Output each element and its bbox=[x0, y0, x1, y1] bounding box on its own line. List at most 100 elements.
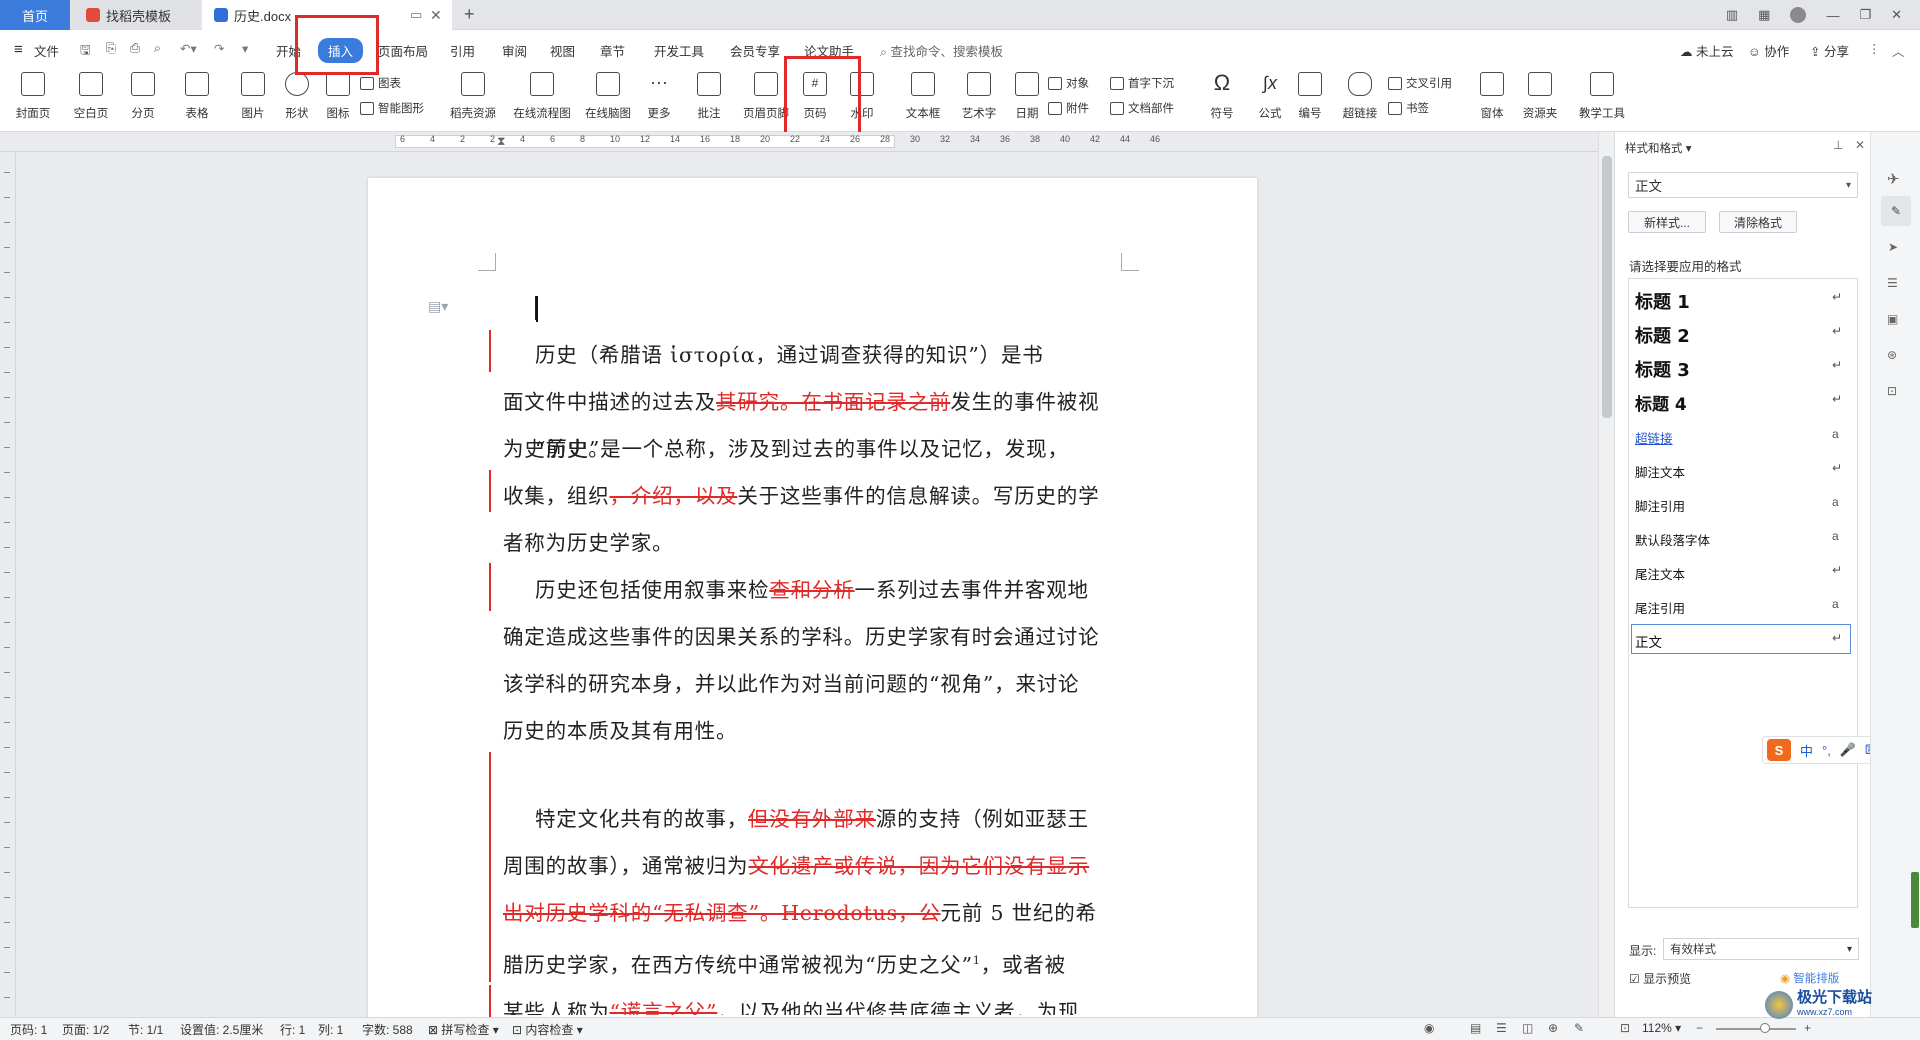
fit-page-icon[interactable]: ⊡ bbox=[1620, 1021, 1630, 1035]
close-tab-icon[interactable]: ✕ bbox=[430, 7, 442, 24]
tab-template[interactable]: 找稻壳模板 bbox=[72, 0, 200, 30]
date-button[interactable]: 日期 bbox=[1003, 68, 1051, 121]
cursor-icon[interactable]: ➤ bbox=[1888, 240, 1898, 254]
sliders-icon[interactable]: ☰ bbox=[1887, 276, 1898, 290]
status-setting[interactable]: 设置值: 2.5厘米 bbox=[180, 1021, 263, 1038]
punctuation-icon[interactable]: °, bbox=[1822, 743, 1831, 758]
print-preview-icon[interactable]: ⌕ bbox=[154, 41, 161, 56]
status-page[interactable]: 页码: 1 bbox=[10, 1021, 47, 1038]
more-button[interactable]: ··· 更多 bbox=[635, 68, 683, 121]
icon-button[interactable]: 图标 bbox=[314, 68, 362, 121]
table-button[interactable]: 表格 bbox=[173, 68, 221, 121]
status-section[interactable]: 节: 1/1 bbox=[128, 1021, 163, 1038]
style-heading-1[interactable]: 标题 1 bbox=[1635, 288, 1690, 314]
menu-view[interactable]: 视图 bbox=[550, 41, 575, 60]
style-normal-selected[interactable] bbox=[1631, 624, 1851, 654]
restore-icon[interactable]: ❐ bbox=[1859, 7, 1871, 23]
menu-thesis[interactable]: 论文助手 bbox=[804, 41, 854, 60]
more-icon[interactable]: ⋮ bbox=[1868, 41, 1881, 56]
dropcap-button[interactable]: 首字下沉 bbox=[1110, 75, 1174, 91]
tab-home[interactable]: 首页 bbox=[0, 0, 70, 30]
menu-page-layout[interactable]: 页面布局 bbox=[378, 41, 428, 60]
export-pdf-icon[interactable]: ⎘ bbox=[106, 41, 116, 56]
current-style-select[interactable]: 正文 ▾ bbox=[1628, 172, 1858, 198]
style-hyperlink[interactable]: 超链接 bbox=[1635, 428, 1673, 447]
menu-member[interactable]: 会员专享 bbox=[730, 41, 780, 60]
teaching-tools-button[interactable]: 教学工具 bbox=[1578, 68, 1626, 121]
layout-icon[interactable]: ▥ bbox=[1726, 7, 1738, 23]
watermark-button[interactable]: 水印 bbox=[838, 68, 886, 121]
content-check-button[interactable]: ⊡ 内容检查 ▾ bbox=[512, 1021, 583, 1038]
read-view-icon[interactable]: ◫ bbox=[1522, 1021, 1533, 1035]
page-number-button[interactable]: # 页码 bbox=[791, 68, 839, 121]
docer-resources-button[interactable]: 稻壳资源 bbox=[449, 68, 497, 121]
menu-review[interactable]: 审阅 bbox=[502, 41, 527, 60]
scrollbar-thumb[interactable] bbox=[1602, 156, 1612, 418]
collab-button[interactable]: ☺ 协作 bbox=[1748, 41, 1789, 60]
menu-dev-tools[interactable]: 开发工具 bbox=[654, 41, 704, 60]
new-tab-icon[interactable]: + bbox=[464, 4, 475, 25]
wordart-button[interactable]: 艺术字 bbox=[955, 68, 1003, 121]
menu-insert[interactable]: 插入 bbox=[318, 38, 364, 63]
search-command[interactable]: ⌕ 查找命令、搜索模板 bbox=[880, 41, 1003, 60]
comment-button[interactable]: 批注 bbox=[685, 68, 733, 121]
resources-button[interactable]: 资源夹 bbox=[1516, 68, 1564, 121]
show-filter-select[interactable]: 有效样式 ▾ bbox=[1663, 938, 1859, 960]
minimize-icon[interactable]: — bbox=[1826, 8, 1839, 23]
tab-document[interactable]: 历史.docx ▭ ✕ bbox=[202, 0, 452, 30]
clear-format-button[interactable]: 清除格式 bbox=[1719, 211, 1797, 233]
style-endnote-ref[interactable]: 尾注引用 bbox=[1635, 598, 1685, 617]
mindmap-button[interactable]: 在线脑图 bbox=[584, 68, 632, 121]
smart-layout-button[interactable]: ◉ 智能排版 bbox=[1780, 970, 1839, 986]
rocket-icon[interactable]: ✈ bbox=[1887, 170, 1900, 188]
undo-icon[interactable]: ↶▾ bbox=[180, 41, 197, 56]
outline-view-icon[interactable]: ☰ bbox=[1496, 1021, 1507, 1035]
redo-icon[interactable]: ↷ bbox=[214, 41, 224, 56]
collapse-ribbon-icon[interactable]: ︿ bbox=[1892, 41, 1905, 60]
menu-start[interactable]: 开始 bbox=[276, 41, 301, 60]
hyperlink-button[interactable]: 超链接 bbox=[1336, 68, 1384, 121]
pin-icon[interactable]: ⊥ bbox=[1833, 138, 1843, 152]
bookmark-button[interactable]: 书签 bbox=[1388, 100, 1429, 116]
paragraph-handle-icon[interactable]: ▤▾ bbox=[428, 298, 448, 315]
indent-marker-icon[interactable]: ⧗ bbox=[497, 134, 505, 149]
paragraph-3[interactable]: 历史还包括使用叙事来检查和分析一系列过去事件并客观地 确定造成这些事件的因果关系… bbox=[503, 567, 1123, 755]
paragraph-2[interactable]: “历史”是一个总称，涉及到过去的事件以及记忆，发现， 收集，组织，介绍，以及关于… bbox=[503, 426, 1123, 567]
numbering-button[interactable]: 编号 bbox=[1286, 68, 1334, 121]
web-view-icon[interactable]: ⊕ bbox=[1548, 1021, 1558, 1035]
style-footnote-ref[interactable]: 脚注引用 bbox=[1635, 496, 1685, 515]
menu-section[interactable]: 章节 bbox=[600, 41, 625, 60]
paragraph-4[interactable]: 特定文化共有的故事，但没有外部来源的支持（例如亚瑟王 周围的故事），通常被归为文… bbox=[503, 796, 1123, 1015]
smartart-button[interactable]: 智能图形 bbox=[360, 100, 424, 116]
cloud-status[interactable]: ☁ 未上云 bbox=[1680, 41, 1734, 60]
cover-page-button[interactable]: 封面页 bbox=[9, 68, 57, 121]
image-tool-icon[interactable]: ▣ bbox=[1887, 312, 1898, 326]
zoom-out-icon[interactable]: − bbox=[1696, 1021, 1703, 1035]
status-words[interactable]: 字数: 588 bbox=[362, 1021, 413, 1038]
style-footnote-text[interactable]: 脚注文本 bbox=[1635, 462, 1685, 481]
menu-references[interactable]: 引用 bbox=[450, 41, 475, 60]
symbol-button[interactable]: Ω 符号 bbox=[1198, 68, 1246, 121]
style-heading-2[interactable]: 标题 2 bbox=[1635, 322, 1690, 348]
zoom-in-icon[interactable]: + bbox=[1804, 1021, 1811, 1035]
footnote-ref[interactable]: 1 bbox=[973, 954, 981, 967]
compass-icon[interactable]: ⊛ bbox=[1887, 348, 1897, 362]
grid-icon[interactable]: ▦ bbox=[1758, 7, 1770, 23]
vertical-scrollbar[interactable] bbox=[1598, 132, 1614, 1017]
avatar[interactable] bbox=[1790, 7, 1807, 23]
docparts-button[interactable]: 文档部件 bbox=[1110, 100, 1174, 116]
style-heading-4[interactable]: 标题 4 bbox=[1635, 390, 1687, 415]
flowchart-button[interactable]: 在线流程图 bbox=[513, 68, 571, 121]
share-button[interactable]: ⇪ 分享 bbox=[1810, 41, 1849, 60]
style-heading-3[interactable]: 标题 3 bbox=[1635, 356, 1690, 382]
new-style-button[interactable]: 新样式... bbox=[1628, 211, 1706, 233]
eye-icon[interactable]: ◉ bbox=[1424, 1021, 1434, 1035]
tab-pin-icon[interactable]: ▭ bbox=[410, 7, 422, 23]
style-endnote-text[interactable]: 尾注文本 bbox=[1635, 564, 1685, 583]
textbox-button[interactable]: 文本框 bbox=[899, 68, 947, 121]
ime-lang[interactable]: 中 bbox=[1800, 741, 1813, 760]
mic-icon[interactable]: 🎤 bbox=[1840, 742, 1856, 758]
preview-checkbox[interactable]: ☑ 显示预览 bbox=[1629, 970, 1691, 987]
zoom-slider[interactable] bbox=[1716, 1028, 1796, 1030]
crossref-button[interactable]: 交叉引用 bbox=[1388, 75, 1452, 91]
